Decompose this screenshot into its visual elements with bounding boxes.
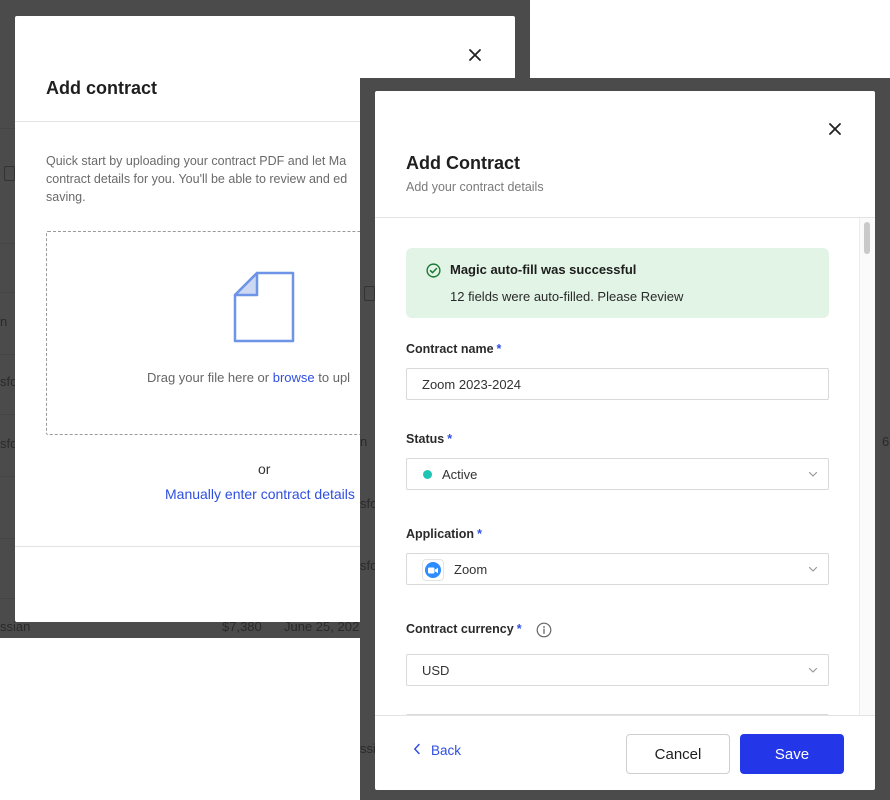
label-text: Application [406,527,475,541]
scrollbar[interactable] [859,218,875,715]
input-value: Zoom 2023-2024 [422,377,522,392]
drop-text: Drag your file here or [147,370,273,385]
back-button[interactable]: Back [413,743,461,758]
drop-instructions: Drag your file here or browse to upl [147,370,350,385]
select-value: Zoom [454,562,488,577]
cancel-button[interactable]: Cancel [626,734,730,774]
required-marker: * [477,527,482,541]
chevron-down-icon [808,471,818,477]
close-icon[interactable] [826,121,844,139]
column-icon [4,166,15,181]
required-marker: * [447,432,453,446]
chevron-down-icon [808,566,818,572]
table-cell: ssi [360,741,376,756]
alert-message: 12 fields were auto-filled. Please Revie… [450,289,684,304]
table-cell: n [360,434,368,449]
scroll-thumb[interactable] [864,222,870,254]
modal-subtitle: Add your contract details [406,180,544,194]
chevron-down-icon [808,667,818,673]
info-icon[interactable] [536,622,552,638]
alert-title: Magic auto-fill was successful [450,262,637,277]
browse-link[interactable]: browse [273,370,315,385]
required-marker: * [496,342,502,356]
file-icon [233,271,295,343]
right-screenshot: n sfo sfo ssi 6 Add Contract Add your co… [360,78,890,800]
status-select[interactable]: Active [406,458,829,490]
add-contract-modal: Add Contract Add your contract details M… [375,91,875,790]
table-cell: 6 [882,434,890,449]
application-label: Application * [406,527,482,541]
contract-name-label: Contract name * [406,342,501,356]
back-label: Back [431,743,462,758]
form-body: Magic auto-fill was successful 12 fields… [375,218,875,715]
select-value: USD [422,663,450,678]
modal-description: Quick start by uploading your contract P… [46,154,348,204]
currency-label: Contract currency * [406,622,552,638]
select-value: Active [442,467,478,482]
save-button[interactable]: Save [740,734,844,774]
zoom-logo-icon [422,559,444,581]
table-cell: n [0,314,8,329]
status-label: Status * [406,432,452,446]
close-icon[interactable] [466,47,484,65]
file-drop-zone[interactable]: Drag your file here or browse to upl [46,231,386,435]
success-alert: Magic auto-fill was successful 12 fields… [406,248,829,318]
or-separator: or [258,461,271,477]
label-text: Status [406,432,445,446]
check-circle-icon [426,263,441,278]
label-text: Contract name [406,342,494,356]
manual-entry-link[interactable]: Manually enter contract details [165,486,355,502]
status-dot [423,470,432,479]
label-text: Contract currency [406,622,514,636]
chevron-left-icon [414,743,420,755]
column-icon [364,286,375,301]
contract-name-input[interactable]: Zoom 2023-2024 [406,368,829,400]
modal-title: Add Contract [406,153,520,173]
divider [375,715,875,716]
stage: n sfo sfo ssian $7,380 June 25, 202 Add … [0,0,890,800]
required-marker: * [516,622,522,636]
application-select[interactable]: Zoom [406,553,829,585]
drop-text-suffix: to upl [314,370,351,385]
modal-title: Add contract [46,78,158,98]
currency-select[interactable]: USD [406,654,829,686]
